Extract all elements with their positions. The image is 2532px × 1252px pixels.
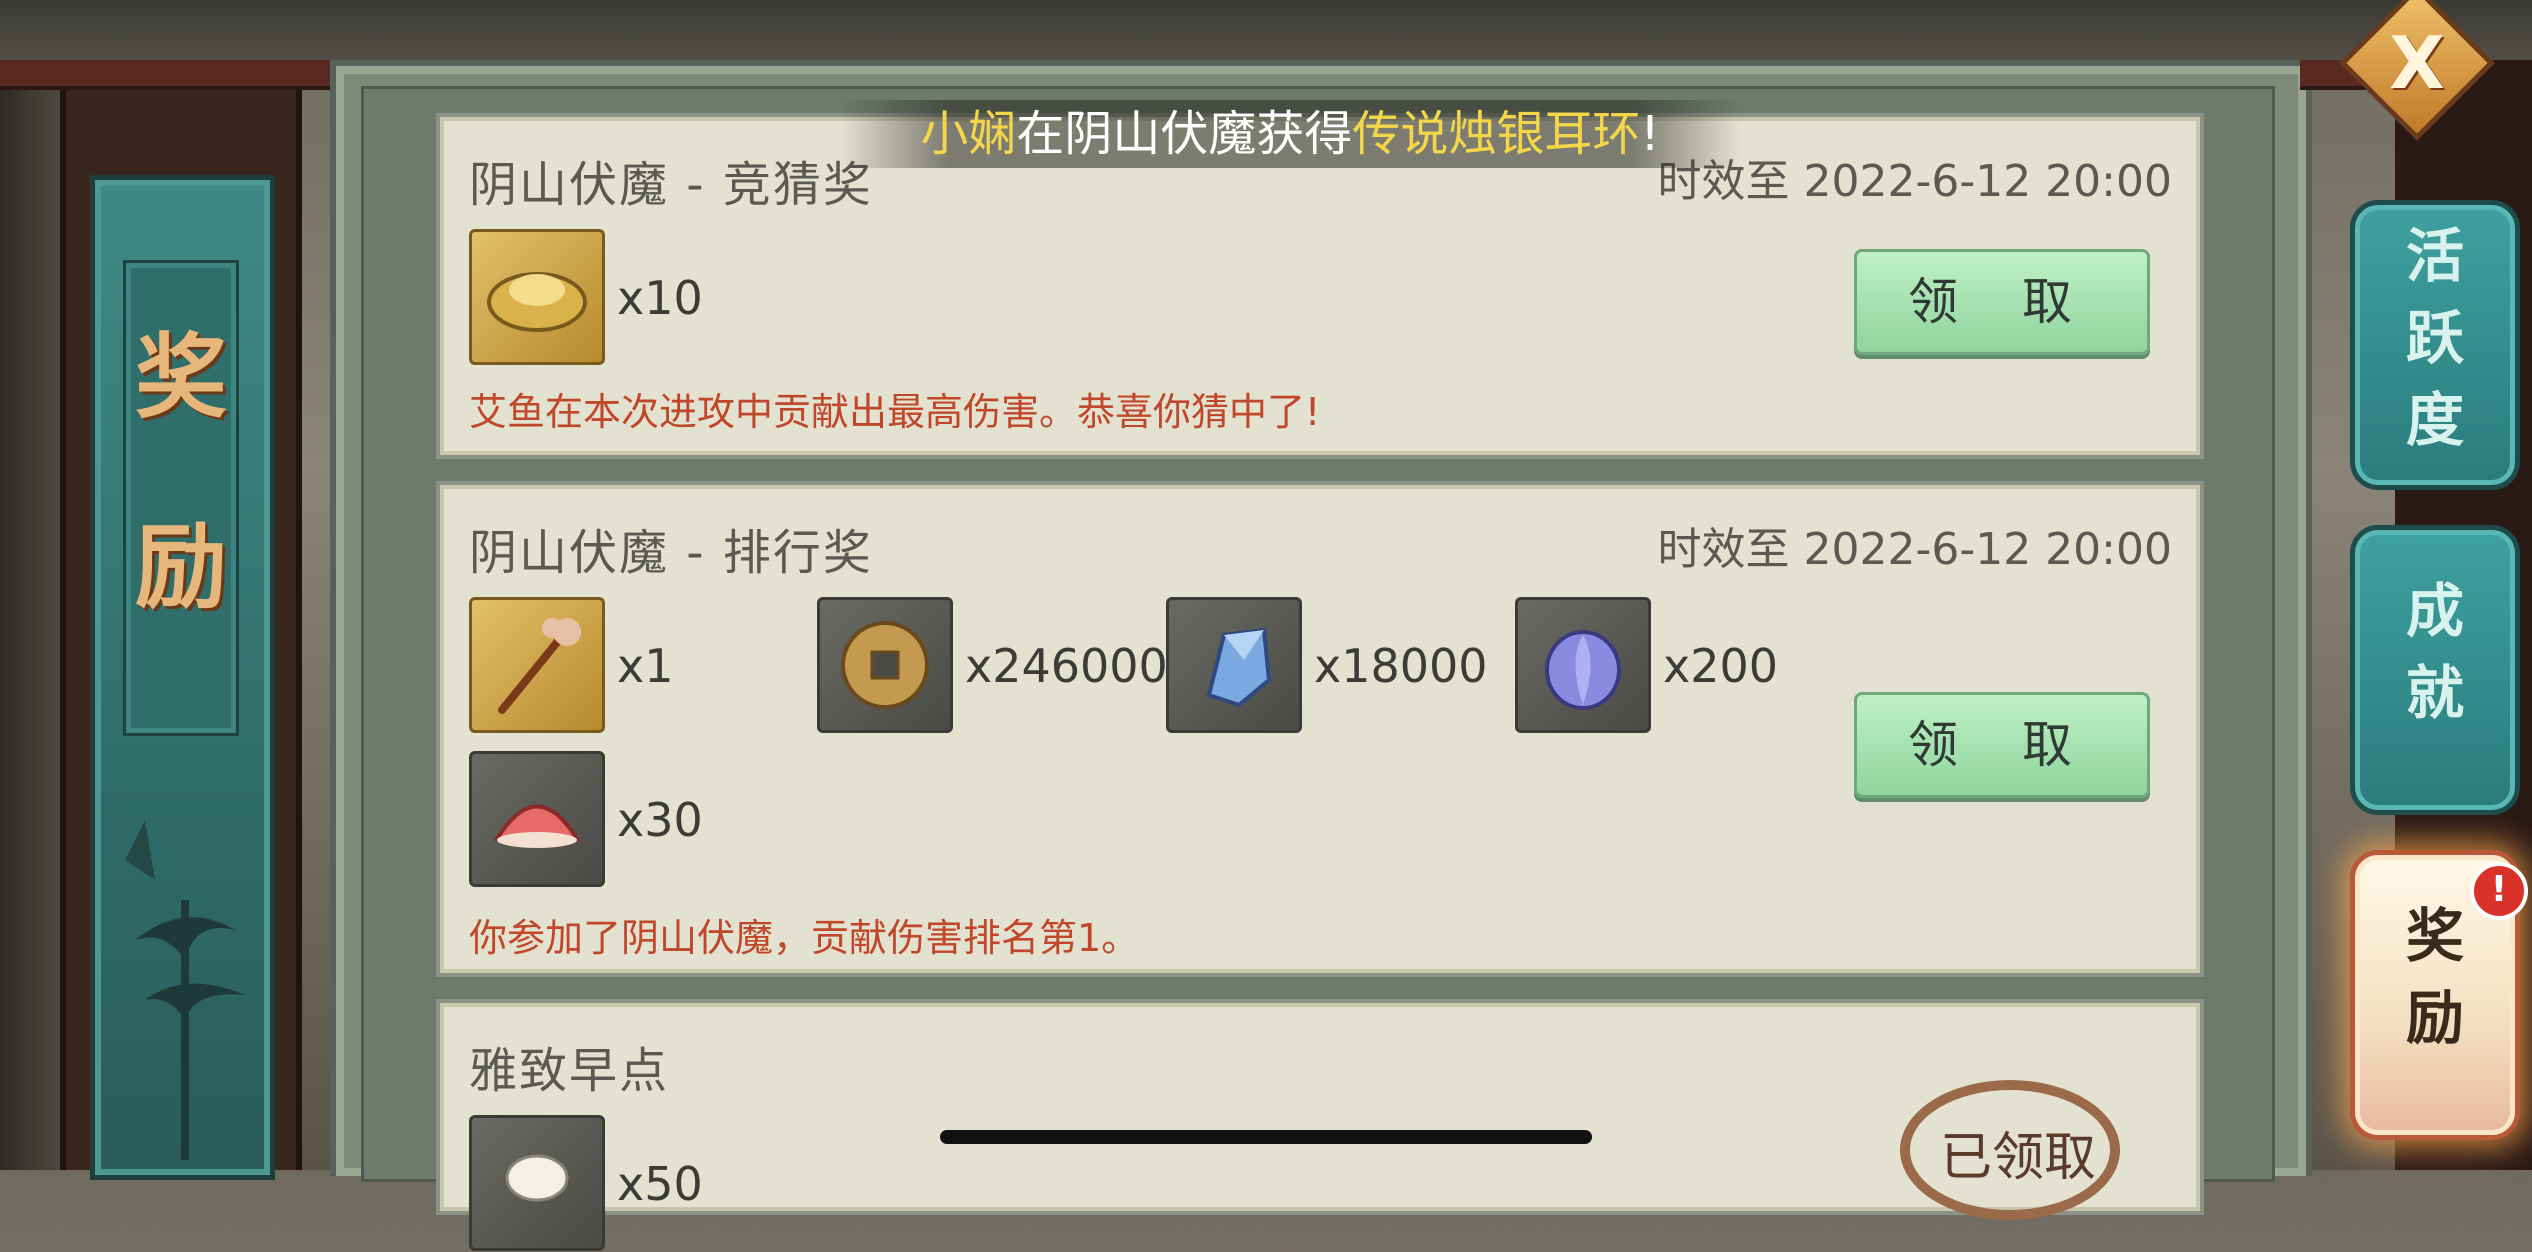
claim-button[interactable]: 领 取 <box>1854 692 2150 798</box>
claimed-stamp-label: 已领取 <box>1940 1128 2097 1188</box>
pine-tree-decoration <box>125 820 245 1160</box>
reward-banner: 奖 励 <box>90 175 275 1180</box>
card-note: 你参加了阴山伏魔，贡献伤害排名第1。 <box>469 916 1140 960</box>
tab-activity[interactable]: 活跃度 <box>2350 200 2520 490</box>
tab-label-activity: 活跃度 <box>2355 215 2515 461</box>
gold-ingot-icon[interactable] <box>469 229 605 365</box>
tab-achievement-text: 成就 <box>2405 577 2464 727</box>
copper-coin-icon[interactable] <box>817 597 953 733</box>
tab-label-reward: 奖励 <box>2355 895 2515 1059</box>
ticker-text: 在阴山伏魔获得 <box>1016 106 1353 162</box>
item-quantity: x246000 <box>965 639 1168 693</box>
ticker-player: 小娴 <box>920 106 1017 162</box>
item-quantity: x18000 <box>1314 639 1488 693</box>
card-note: 艾鱼在本次进攻中贡献出最高伤害。恭喜你猜中了! <box>469 390 1321 434</box>
tab-reward-text: 奖励 <box>2405 902 2464 1052</box>
item-quantity: x50 <box>617 1157 703 1211</box>
purple-bud-icon[interactable] <box>1515 597 1651 733</box>
red-cake-icon[interactable] <box>469 751 605 887</box>
item-quantity: x30 <box>617 793 703 847</box>
tab-activity-text: 活跃度 <box>2405 222 2464 454</box>
ticker-end: ! <box>1640 106 1660 162</box>
card-title: 阴山伏魔 - 竞猜奖 <box>469 157 873 213</box>
banner-title-panel: 奖 励 <box>123 260 239 736</box>
home-indicator[interactable] <box>940 1130 1592 1144</box>
hairpin-icon[interactable] <box>469 597 605 733</box>
banner-char-2: 励 <box>134 513 227 621</box>
item-quantity: x1 <box>617 639 674 693</box>
notification-badge: ! <box>2470 862 2528 920</box>
claim-button[interactable]: 领 取 <box>1854 249 2150 355</box>
ticker-item: 传说烛银耳环 <box>1352 106 1641 162</box>
left-beam <box>0 60 340 90</box>
announcement-ticker: 小娴在阴山伏魔获得传说烛银耳环! <box>840 100 1740 168</box>
item-quantity: x10 <box>617 271 703 325</box>
card-expiry: 时效至 2022-6-12 20:00 <box>1657 524 2173 575</box>
tab-achievement[interactable]: 成就 <box>2350 525 2520 815</box>
close-icon[interactable]: X <box>2362 8 2472 118</box>
card-title: 阴山伏魔 - 排行奖 <box>469 525 873 581</box>
card-title: 雅致早点 <box>469 1043 670 1099</box>
tab-label-achievement: 成就 <box>2355 570 2515 734</box>
reward-card-ranking: 阴山伏魔 - 排行奖 时效至 2022-6-12 20:00 x1 x24600… <box>440 485 2200 973</box>
item-quantity: x200 <box>1663 639 1779 693</box>
steamed-bun-icon[interactable] <box>469 1115 605 1251</box>
banner-char-1: 奖 <box>134 323 227 431</box>
blue-crystal-icon[interactable] <box>1166 597 1302 733</box>
